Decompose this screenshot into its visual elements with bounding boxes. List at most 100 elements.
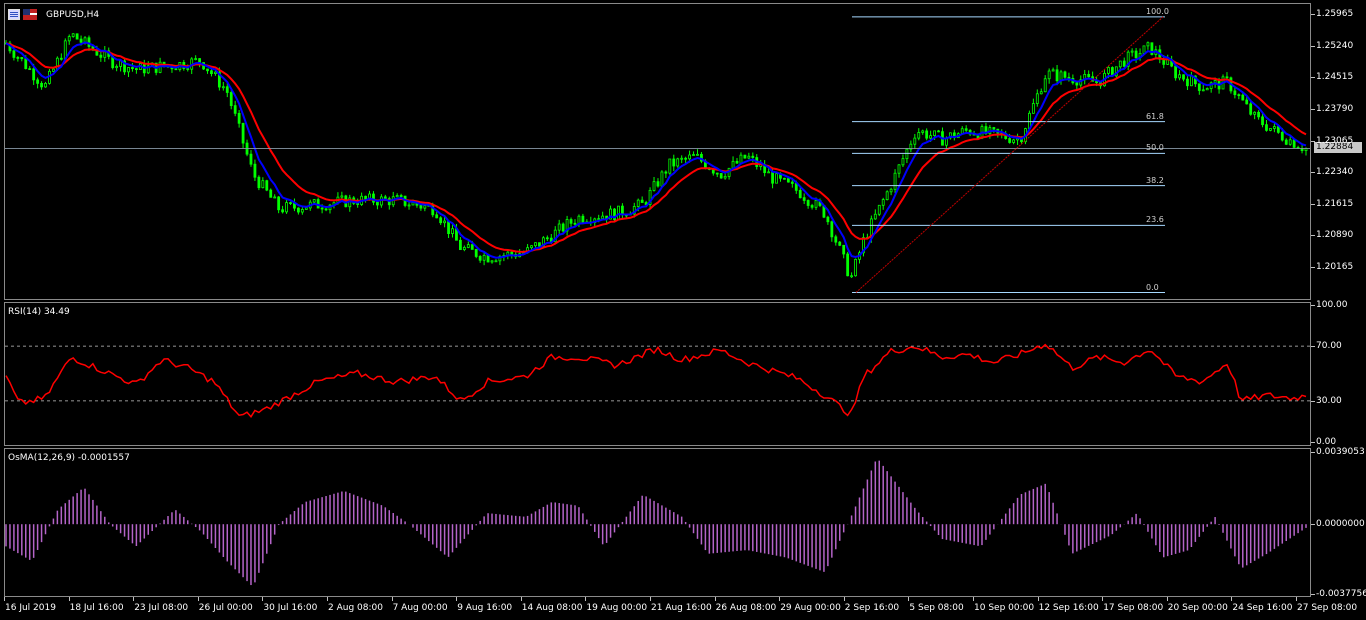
- price-candle: [447, 220, 450, 234]
- price-axis-label: 1.24515: [1316, 72, 1354, 83]
- price-candle: [265, 180, 269, 191]
- price-candle: [1178, 74, 1181, 79]
- price-candle: [1237, 94, 1241, 97]
- fib-level-label: 23.6: [1146, 215, 1164, 225]
- time-axis-label: 7 Aug 00:00: [392, 603, 448, 613]
- price-candle: [636, 199, 640, 207]
- price-candle: [783, 177, 786, 180]
- price-candle: [186, 68, 190, 70]
- price-candle: [451, 228, 454, 234]
- price-candle: [1043, 78, 1047, 93]
- price-candle: [1107, 67, 1110, 74]
- price-axis-label: 1.20165: [1316, 262, 1354, 272]
- osma-axis-tick: [1311, 524, 1315, 526]
- price-candle: [1087, 73, 1091, 78]
- time-axis-tick: [1102, 597, 1104, 601]
- price-candle: [32, 68, 36, 81]
- price-candle: [24, 58, 28, 70]
- price-candle: [747, 155, 751, 159]
- price-candle: [16, 57, 20, 59]
- price-candle: [134, 68, 138, 71]
- price-candle: [40, 82, 43, 88]
- price-candle: [261, 180, 265, 189]
- osma-axis-tick: [1311, 594, 1315, 595]
- price-candle: [20, 57, 24, 60]
- price-candle: [1241, 94, 1245, 101]
- time-axis-tick: [391, 597, 393, 601]
- time-axis-label: 14 Aug 08:00: [521, 603, 583, 613]
- price-candle: [466, 244, 470, 248]
- price-candle: [806, 200, 810, 206]
- price-candle: [751, 155, 755, 158]
- price-candle: [1253, 111, 1257, 115]
- price-candle: [257, 176, 261, 189]
- time-axis-tick: [973, 597, 974, 601]
- price-candle: [1031, 103, 1035, 114]
- time-axis-tick: [133, 597, 135, 601]
- rsi-axis-tick: [1311, 400, 1315, 402]
- price-candle: [790, 181, 794, 184]
- price-candle: [490, 260, 494, 263]
- time-axis-label: 23 Jul 08:00: [134, 603, 189, 613]
- price-candle: [277, 196, 281, 211]
- price-candle: [881, 199, 885, 206]
- rsi-axis-tick: [1311, 442, 1315, 443]
- price-candle: [893, 172, 897, 190]
- fib-level-label: 61.8: [1146, 111, 1164, 121]
- price-candle: [419, 204, 423, 209]
- price-candle: [1122, 60, 1126, 67]
- price-axis-tick: [1311, 108, 1315, 110]
- price-candle: [237, 112, 241, 124]
- price-candle: [395, 195, 399, 198]
- rsi-axis-label: 0.00: [1316, 437, 1337, 447]
- price-candle: [194, 58, 198, 60]
- price-candle: [1174, 65, 1178, 79]
- price-candle: [917, 132, 921, 139]
- time-axis-tick: [327, 597, 328, 601]
- price-candle: [1265, 124, 1268, 131]
- price-candle: [233, 105, 237, 114]
- price-axis-tick: [1311, 45, 1315, 47]
- time-axis-label: 2 Aug 08:00: [328, 603, 383, 613]
- price-candle: [767, 171, 771, 174]
- price-candle: [71, 33, 75, 37]
- price-candle: [735, 160, 739, 164]
- price-candle: [545, 237, 549, 240]
- price-candle: [79, 38, 83, 43]
- price-candle: [530, 245, 533, 249]
- price-candle: [842, 244, 846, 255]
- price-candle: [249, 153, 253, 165]
- price-candle: [127, 67, 130, 73]
- fib-level-label: 0.0: [1146, 282, 1159, 292]
- chart-canvas[interactable]: [0, 0, 1366, 620]
- price-candle: [656, 181, 660, 187]
- time-axis-label: 12 Sep 16:00: [1038, 603, 1099, 613]
- time-axis-tick: [456, 597, 458, 601]
- price-candle: [676, 158, 680, 167]
- price-axis-tick: [1311, 14, 1315, 16]
- price-candle: [1245, 99, 1249, 105]
- price-candle: [253, 163, 257, 178]
- time-axis-tick: [197, 597, 199, 601]
- price-candle: [198, 58, 202, 63]
- price-candle: [459, 239, 462, 251]
- price-candle: [482, 254, 486, 261]
- time-axis-label: 26 Jul 00:00: [198, 603, 253, 613]
- price-axis-label: 1.23790: [1316, 103, 1354, 114]
- price-candle: [281, 209, 284, 213]
- price-candle: [534, 242, 537, 247]
- price-candle: [573, 222, 577, 225]
- price-candle: [340, 195, 344, 198]
- price-candle: [1008, 138, 1012, 143]
- price-candle: [1249, 103, 1253, 115]
- price-candle: [929, 135, 933, 139]
- price-candle: [1292, 139, 1296, 148]
- price-candle: [719, 173, 723, 179]
- rsi-axis-label: 70.00: [1316, 341, 1342, 352]
- osma-axis-label: 0.0000000: [1316, 519, 1365, 530]
- price-candle: [723, 176, 727, 179]
- price-candle: [1142, 45, 1146, 54]
- price-candle: [889, 188, 893, 193]
- time-axis-tick: [779, 597, 781, 601]
- fib-level-label: 50.0: [1146, 143, 1164, 153]
